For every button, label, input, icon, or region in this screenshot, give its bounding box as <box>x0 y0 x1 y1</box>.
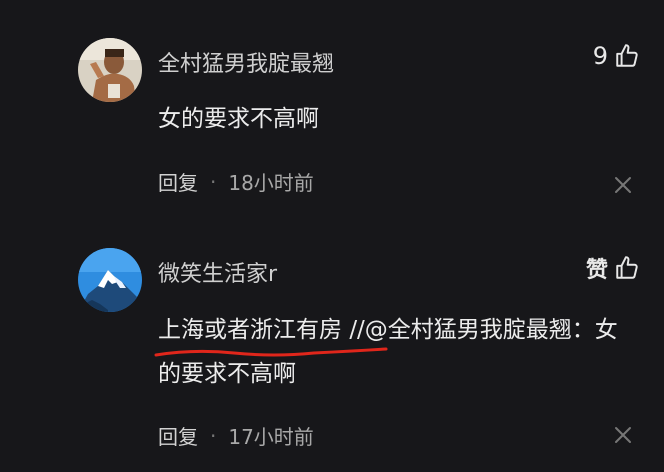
username[interactable]: 全村猛男我腚最翘 <box>158 46 334 78</box>
like-button[interactable]: 赞 <box>586 252 640 284</box>
close-icon[interactable] <box>612 174 634 196</box>
timestamp: 18小时前 <box>228 171 314 195</box>
comment-text: 上海或者浙江有房 //@全村猛男我腚最翘：女的要求不高啊 <box>154 308 638 396</box>
avatar-photo <box>78 248 142 312</box>
username[interactable]: 微笑生活家r <box>158 256 277 288</box>
separator-dot: · <box>210 169 217 194</box>
close-icon[interactable] <box>612 424 634 446</box>
comment-meta: 回复 · 18小时前 <box>158 167 314 196</box>
avatar[interactable] <box>78 38 142 102</box>
like-count: 9 <box>592 42 608 70</box>
reply-button[interactable]: 回复 <box>158 167 198 196</box>
thumbs-up-icon <box>616 44 638 67</box>
comment-item: 微笑生活家r 赞 上海或者浙江有房 //@全村猛男我腚最翘：女的要求不高啊 回复… <box>0 220 664 472</box>
highlight-phrase: 上海或者浙江有房 <box>158 317 342 343</box>
separator-dot: · <box>210 423 217 448</box>
avatar-photo <box>78 38 142 102</box>
comment-text: 女的要求不高啊 <box>158 106 319 132</box>
thumbs-up-icon <box>616 256 638 279</box>
like-label: 赞 <box>585 258 608 283</box>
comment-meta: 回复 · 17小时前 <box>158 421 314 450</box>
red-underline-mark <box>154 347 388 357</box>
comment-item: 全村猛男我腚最翘 9 女的要求不高啊 回复 · 18小时前 <box>0 0 664 220</box>
avatar[interactable] <box>78 248 142 312</box>
reply-button[interactable]: 回复 <box>158 421 198 450</box>
timestamp: 17小时前 <box>228 425 314 449</box>
like-button[interactable]: 9 <box>593 42 640 70</box>
highlighted-text: 上海或者浙江有房 <box>154 317 388 357</box>
